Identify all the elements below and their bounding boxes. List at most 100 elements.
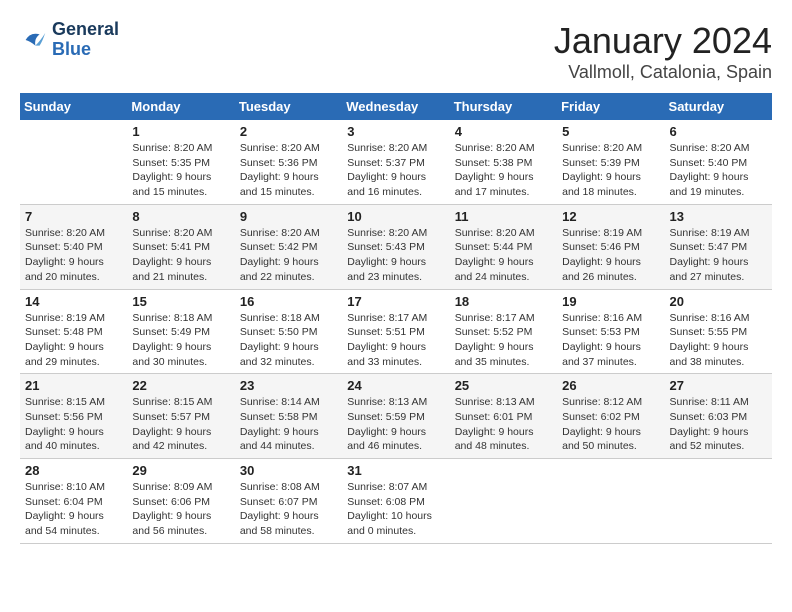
day-info: Sunrise: 8:20 AM Sunset: 5:42 PM Dayligh… [240,226,337,285]
calendar-table: SundayMondayTuesdayWednesdayThursdayFrid… [20,93,772,544]
day-info: Sunrise: 8:18 AM Sunset: 5:50 PM Dayligh… [240,311,337,370]
day-cell: 28 Sunrise: 8:10 AM Sunset: 6:04 PM Dayli… [20,459,127,544]
day-cell: 3 Sunrise: 8:20 AM Sunset: 5:37 PM Daylig… [342,120,449,204]
day-number: 1 [132,124,229,139]
logo-line2: Blue [52,40,119,60]
day-cell: 8 Sunrise: 8:20 AM Sunset: 5:41 PM Daylig… [127,204,234,289]
logo: General Blue [20,20,119,60]
day-cell: 19 Sunrise: 8:16 AM Sunset: 5:53 PM Dayli… [557,289,664,374]
day-number: 14 [25,294,122,309]
day-info: Sunrise: 8:19 AM Sunset: 5:47 PM Dayligh… [670,226,767,285]
day-cell: 17 Sunrise: 8:17 AM Sunset: 5:51 PM Dayli… [342,289,449,374]
header-cell-sunday: Sunday [20,93,127,120]
day-info: Sunrise: 8:16 AM Sunset: 5:53 PM Dayligh… [562,311,659,370]
day-number: 24 [347,378,444,393]
day-number: 23 [240,378,337,393]
day-number: 31 [347,463,444,478]
day-info: Sunrise: 8:20 AM Sunset: 5:40 PM Dayligh… [25,226,122,285]
day-cell [20,120,127,204]
day-cell: 14 Sunrise: 8:19 AM Sunset: 5:48 PM Dayli… [20,289,127,374]
day-cell [665,459,772,544]
day-number: 16 [240,294,337,309]
day-cell: 4Sunrise: 8:20 AM Sunset: 5:38 PM Daylig… [450,120,557,204]
day-cell: 29Sunrise: 8:09 AM Sunset: 6:06 PM Dayli… [127,459,234,544]
day-number: 19 [562,294,659,309]
day-cell: 22 Sunrise: 8:15 AM Sunset: 5:57 PM Dayli… [127,374,234,459]
header-cell-wednesday: Wednesday [342,93,449,120]
day-number: 8 [132,209,229,224]
day-number: 10 [347,209,444,224]
day-info: Sunrise: 8:19 AM Sunset: 5:46 PM Dayligh… [562,226,659,285]
day-number: 12 [562,209,659,224]
day-info: Sunrise: 8:20 AM Sunset: 5:36 PM Dayligh… [240,141,337,200]
calendar-title: January 2024 [554,20,772,62]
day-info: Sunrise: 8:14 AM Sunset: 5:58 PM Dayligh… [240,395,337,454]
day-cell: 1 Sunrise: 8:20 AM Sunset: 5:35 PM Daylig… [127,120,234,204]
week-row-5: 28 Sunrise: 8:10 AM Sunset: 6:04 PM Dayli… [20,459,772,544]
day-cell [557,459,664,544]
day-cell: 2 Sunrise: 8:20 AM Sunset: 5:36 PM Daylig… [235,120,342,204]
day-number: 15 [132,294,229,309]
day-info: Sunrise: 8:07 AM Sunset: 6:08 PM Dayligh… [347,480,444,539]
day-info: Sunrise: 8:20 AM Sunset: 5:37 PM Dayligh… [347,141,444,200]
day-cell: 20Sunrise: 8:16 AM Sunset: 5:55 PM Dayli… [665,289,772,374]
header-cell-friday: Friday [557,93,664,120]
day-number: 22 [132,378,229,393]
day-number: 18 [455,294,552,309]
day-info: Sunrise: 8:20 AM Sunset: 5:35 PM Dayligh… [132,141,229,200]
day-info: Sunrise: 8:20 AM Sunset: 5:44 PM Dayligh… [455,226,552,285]
day-info: Sunrise: 8:18 AM Sunset: 5:49 PM Dayligh… [132,311,229,370]
week-row-3: 14 Sunrise: 8:19 AM Sunset: 5:48 PM Dayli… [20,289,772,374]
day-number: 7 [25,209,122,224]
header-cell-thursday: Thursday [450,93,557,120]
header-cell-saturday: Saturday [665,93,772,120]
day-cell [450,459,557,544]
day-cell: 27 Sunrise: 8:11 AM Sunset: 6:03 PM Dayli… [665,374,772,459]
day-number: 30 [240,463,337,478]
day-cell: 15 Sunrise: 8:18 AM Sunset: 5:49 PM Dayli… [127,289,234,374]
day-info: Sunrise: 8:13 AM Sunset: 5:59 PM Dayligh… [347,395,444,454]
day-number: 9 [240,209,337,224]
calendar-body: 1 Sunrise: 8:20 AM Sunset: 5:35 PM Daylig… [20,120,772,543]
day-number: 13 [670,209,767,224]
day-cell: 26 Sunrise: 8:12 AM Sunset: 6:02 PM Dayli… [557,374,664,459]
day-info: Sunrise: 8:19 AM Sunset: 5:48 PM Dayligh… [25,311,122,370]
day-info: Sunrise: 8:20 AM Sunset: 5:40 PM Dayligh… [670,141,767,200]
day-number: 28 [25,463,122,478]
day-number: 26 [562,378,659,393]
day-info: Sunrise: 8:13 AM Sunset: 6:01 PM Dayligh… [455,395,552,454]
day-info: Sunrise: 8:10 AM Sunset: 6:04 PM Dayligh… [25,480,122,539]
day-info: Sunrise: 8:15 AM Sunset: 5:57 PM Dayligh… [132,395,229,454]
day-cell: 10 Sunrise: 8:20 AM Sunset: 5:43 PM Dayli… [342,204,449,289]
day-info: Sunrise: 8:12 AM Sunset: 6:02 PM Dayligh… [562,395,659,454]
logo-line1: General [52,20,119,40]
day-info: Sunrise: 8:20 AM Sunset: 5:41 PM Dayligh… [132,226,229,285]
day-cell: 31 Sunrise: 8:07 AM Sunset: 6:08 PM Dayli… [342,459,449,544]
calendar-header: SundayMondayTuesdayWednesdayThursdayFrid… [20,93,772,120]
day-info: Sunrise: 8:20 AM Sunset: 5:43 PM Dayligh… [347,226,444,285]
day-cell: 9 Sunrise: 8:20 AM Sunset: 5:42 PM Daylig… [235,204,342,289]
week-row-1: 1 Sunrise: 8:20 AM Sunset: 5:35 PM Daylig… [20,120,772,204]
day-cell: 6Sunrise: 8:20 AM Sunset: 5:40 PM Daylig… [665,120,772,204]
day-cell: 24 Sunrise: 8:13 AM Sunset: 5:59 PM Dayli… [342,374,449,459]
day-info: Sunrise: 8:20 AM Sunset: 5:39 PM Dayligh… [562,141,659,200]
logo-icon [20,26,48,54]
day-info: Sunrise: 8:17 AM Sunset: 5:51 PM Dayligh… [347,311,444,370]
day-number: 21 [25,378,122,393]
day-cell: 25Sunrise: 8:13 AM Sunset: 6:01 PM Dayli… [450,374,557,459]
day-number: 3 [347,124,444,139]
header: General Blue January 2024 Vallmoll, Cata… [20,20,772,83]
day-info: Sunrise: 8:11 AM Sunset: 6:03 PM Dayligh… [670,395,767,454]
day-cell: 5Sunrise: 8:20 AM Sunset: 5:39 PM Daylig… [557,120,664,204]
day-cell: 18 Sunrise: 8:17 AM Sunset: 5:52 PM Dayli… [450,289,557,374]
day-cell: 11Sunrise: 8:20 AM Sunset: 5:44 PM Dayli… [450,204,557,289]
day-number: 17 [347,294,444,309]
day-info: Sunrise: 8:09 AM Sunset: 6:06 PM Dayligh… [132,480,229,539]
day-number: 2 [240,124,337,139]
day-number: 27 [670,378,767,393]
calendar-subtitle: Vallmoll, Catalonia, Spain [554,62,772,83]
day-info: Sunrise: 8:17 AM Sunset: 5:52 PM Dayligh… [455,311,552,370]
day-number: 4 [455,124,552,139]
day-cell: 7 Sunrise: 8:20 AM Sunset: 5:40 PM Daylig… [20,204,127,289]
day-info: Sunrise: 8:16 AM Sunset: 5:55 PM Dayligh… [670,311,767,370]
